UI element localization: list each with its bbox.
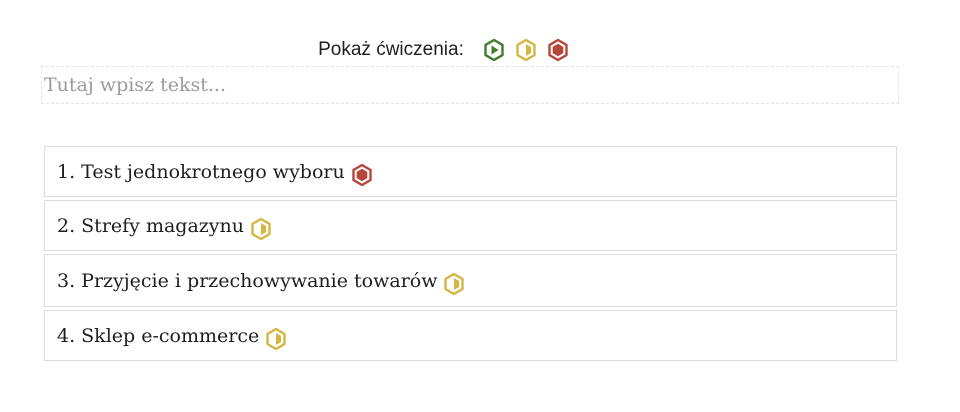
hexagon-filled-icon bbox=[547, 38, 569, 62]
filter-hard-button[interactable] bbox=[546, 38, 570, 62]
hexagon-half-icon bbox=[265, 327, 287, 351]
exercise-filter-bar: Pokaż ćwiczenia: bbox=[0, 36, 960, 64]
filter-label: Pokaż ćwiczenia: bbox=[318, 39, 464, 60]
search-input[interactable] bbox=[42, 67, 898, 103]
filter-medium-button[interactable] bbox=[514, 38, 538, 62]
exercise-item[interactable]: 2. Strefy magazynu bbox=[44, 200, 897, 251]
exercise-title: 2. Strefy magazynu bbox=[57, 214, 245, 237]
hexagon-half-icon bbox=[250, 217, 272, 241]
exercise-title: 3. Przyjęcie i przechowywanie towarów bbox=[57, 269, 438, 292]
hexagon-half-icon bbox=[515, 38, 537, 62]
filter-easy-button[interactable] bbox=[482, 38, 506, 62]
exercise-list: 1. Test jednokrotnego wyboru 2. Strefy m… bbox=[44, 146, 897, 364]
hexagon-filled-icon bbox=[351, 163, 373, 187]
exercise-item[interactable]: 1. Test jednokrotnego wyboru bbox=[44, 146, 897, 197]
exercise-title: 4. Sklep e-commerce bbox=[57, 324, 260, 347]
search-field-wrapper bbox=[41, 66, 899, 104]
exercise-item[interactable]: 4. Sklep e-commerce bbox=[44, 310, 897, 361]
exercise-title: 1. Test jednokrotnego wyboru bbox=[57, 160, 345, 183]
hexagon-half-icon bbox=[443, 272, 465, 296]
hexagon-play-icon bbox=[483, 38, 505, 62]
exercise-item[interactable]: 3. Przyjęcie i przechowywanie towarów bbox=[44, 254, 897, 307]
